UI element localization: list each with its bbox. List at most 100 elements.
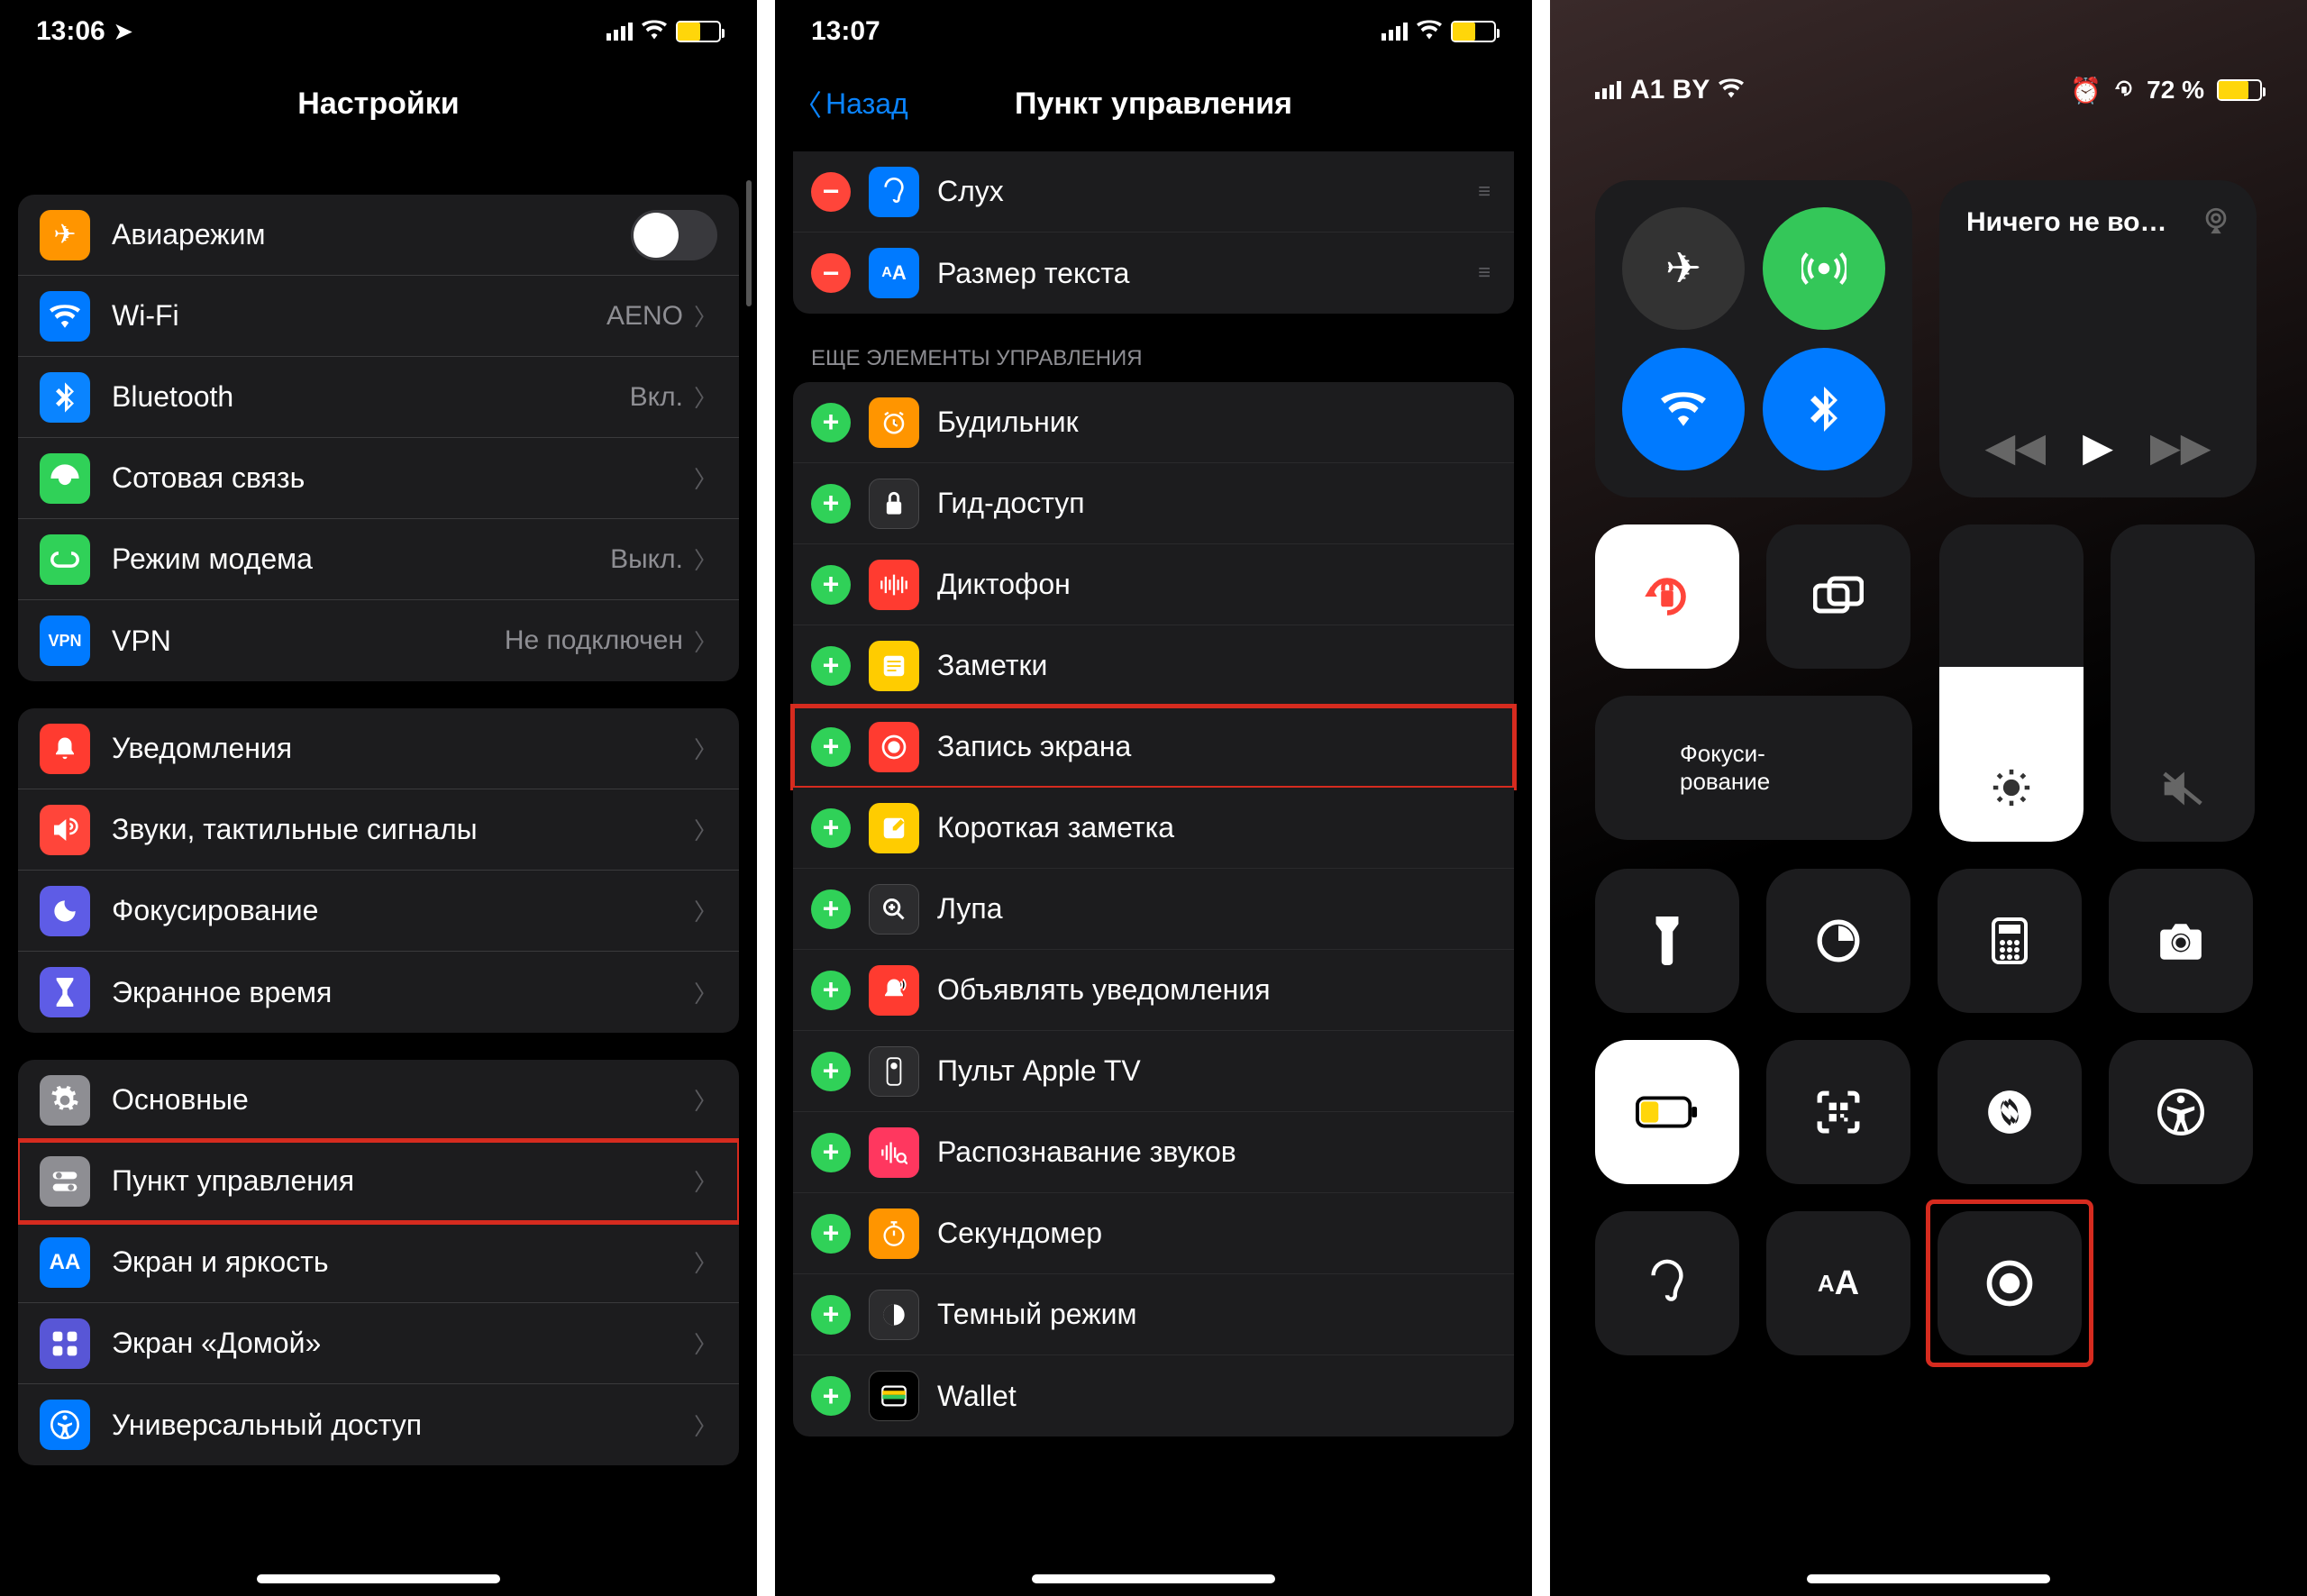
cc-row-screen-recording[interactable]: + Запись экрана [793,707,1514,788]
cc-row-announce[interactable]: + Объявлять уведомления [793,950,1514,1031]
prev-track-button[interactable]: ◀◀ [1984,424,2046,470]
low-power-toggle[interactable] [1595,1040,1739,1184]
add-button[interactable]: + [811,889,851,929]
drag-handle[interactable]: ≡ [1478,260,1492,286]
media-module[interactable]: Ничего не во… ◀◀ ▶ ▶▶ [1939,180,2257,497]
brightness-slider[interactable] [1939,524,2084,842]
wifi-icon [642,18,667,46]
add-button[interactable]: + [811,403,851,442]
timer-button[interactable] [1766,869,1910,1013]
wifi-toggle[interactable] [1622,348,1745,470]
shazam-button[interactable] [1938,1040,2082,1184]
play-button[interactable]: ▶ [2083,424,2113,470]
row-bluetooth[interactable]: Bluetooth Вкл. 〉 [18,357,739,438]
add-button[interactable]: + [811,1295,851,1335]
cc-row-apple-tv[interactable]: + Пульт Apple TV [793,1031,1514,1112]
back-button[interactable]: 〈 Назад [793,83,908,124]
cc-row-quick-note[interactable]: + Короткая заметка [793,788,1514,869]
row-general[interactable]: Основные 〉 [18,1060,739,1141]
rotation-lock-toggle[interactable] [1595,524,1739,669]
focus-button[interactable]: Фокуси- рование [1595,696,1912,840]
row-display[interactable]: AA Экран и яркость 〉 [18,1222,739,1303]
airplane-toggle[interactable]: ✈ [1622,207,1745,330]
add-button[interactable]: + [811,808,851,848]
row-vpn[interactable]: VPN VPN Не подключен 〉 [18,600,739,681]
nav-bar: Настройки [0,63,757,144]
row-screentime[interactable]: Экранное время 〉 [18,952,739,1033]
add-button[interactable]: + [811,971,851,1010]
home-indicator[interactable] [257,1574,500,1583]
next-track-button[interactable]: ▶▶ [2150,424,2211,470]
text-size-button[interactable]: AA [1766,1211,1910,1355]
home-indicator[interactable] [1032,1574,1275,1583]
row-hotspot[interactable]: Режим модема Выкл. 〉 [18,519,739,600]
cc-row-guided-access[interactable]: + Гид-доступ [793,463,1514,544]
add-button[interactable]: + [811,727,851,767]
signal-icon [1381,23,1408,41]
cc-row-hearing[interactable]: − Слух ≡ [793,151,1514,233]
row-sounds[interactable]: Звуки, тактильные сигналы 〉 [18,789,739,871]
row-label: Гид-доступ [937,487,1492,520]
add-button[interactable]: + [811,1214,851,1254]
row-focus[interactable]: Фокусирование 〉 [18,871,739,952]
row-airplane[interactable]: ✈ Авиарежим [18,195,739,276]
accessibility-shortcut-button[interactable] [2109,1040,2253,1184]
cc-row-wallet[interactable]: + Wallet [793,1355,1514,1436]
drag-handle[interactable]: ≡ [1478,179,1492,205]
chevron-right-icon: 〉 [694,813,717,846]
vpn-icon: VPN [40,616,90,666]
row-cellular[interactable]: Сотовая связь 〉 [18,438,739,519]
airplay-icon[interactable] [2201,205,2231,243]
add-button[interactable]: + [811,646,851,686]
quick-note-icon [869,803,919,853]
row-control-center[interactable]: Пункт управления 〉 [18,1141,739,1222]
row-notifications[interactable]: Уведомления 〉 [18,708,739,789]
add-button[interactable]: + [811,1133,851,1172]
row-homescreen[interactable]: Экран «Домой» 〉 [18,1303,739,1384]
connectivity-module: ✈ [1595,180,1912,497]
row-label: Сотовая связь [112,461,694,495]
flashlight-button[interactable] [1595,869,1739,1013]
cc-row-alarm[interactable]: + Будильник [793,382,1514,463]
cc-row-text-size[interactable]: − AA Размер текста ≡ [793,233,1514,314]
lock-icon [869,479,919,529]
bluetooth-toggle[interactable] [1763,348,1885,470]
alarm-indicator-icon: ⏰ [2070,76,2102,105]
add-button[interactable]: + [811,1052,851,1091]
volume-slider[interactable] [2111,524,2255,842]
cc-row-magnifier[interactable]: + Лупа [793,869,1514,950]
cc-row-sound-recognition[interactable]: + Распознавание звуков [793,1112,1514,1193]
scroll-indicator[interactable] [746,180,752,306]
status-time: 13:07 [811,16,880,47]
remove-button[interactable]: − [811,172,851,212]
back-label: Назад [825,87,908,121]
cellular-toggle[interactable] [1763,207,1885,330]
add-button[interactable]: + [811,484,851,524]
focus-label: Фокуси- рование [1680,740,1770,796]
add-button[interactable]: + [811,1376,851,1416]
cc-row-dark-mode[interactable]: + Темный режим [793,1274,1514,1355]
remove-button[interactable]: − [811,253,851,293]
row-accessibility[interactable]: Универсальный доступ 〉 [18,1384,739,1465]
cc-row-voice-memos[interactable]: + Диктофон [793,544,1514,625]
text-size-icon: AA [40,1237,90,1288]
airplane-switch[interactable] [631,210,717,260]
row-label: Диктофон [937,568,1492,601]
qr-scanner-button[interactable] [1766,1040,1910,1184]
notes-icon [869,641,919,691]
home-indicator[interactable] [1807,1574,2050,1583]
camera-button[interactable] [2109,869,2253,1013]
announce-icon [869,965,919,1016]
cc-row-stopwatch[interactable]: + Секундомер [793,1193,1514,1274]
cc-row-notes[interactable]: + Заметки [793,625,1514,707]
hearing-button[interactable] [1595,1211,1739,1355]
calculator-button[interactable] [1938,869,2082,1013]
row-wifi[interactable]: Wi-Fi AENO 〉 [18,276,739,357]
row-label: Основные [112,1083,694,1117]
add-button[interactable]: + [811,565,851,605]
section-header: Еще элементы управления [775,314,1532,382]
remote-icon [869,1046,919,1097]
alarm-icon [869,397,919,448]
highlight-overlay [1930,1204,2089,1363]
screen-mirroring-button[interactable] [1766,524,1910,669]
